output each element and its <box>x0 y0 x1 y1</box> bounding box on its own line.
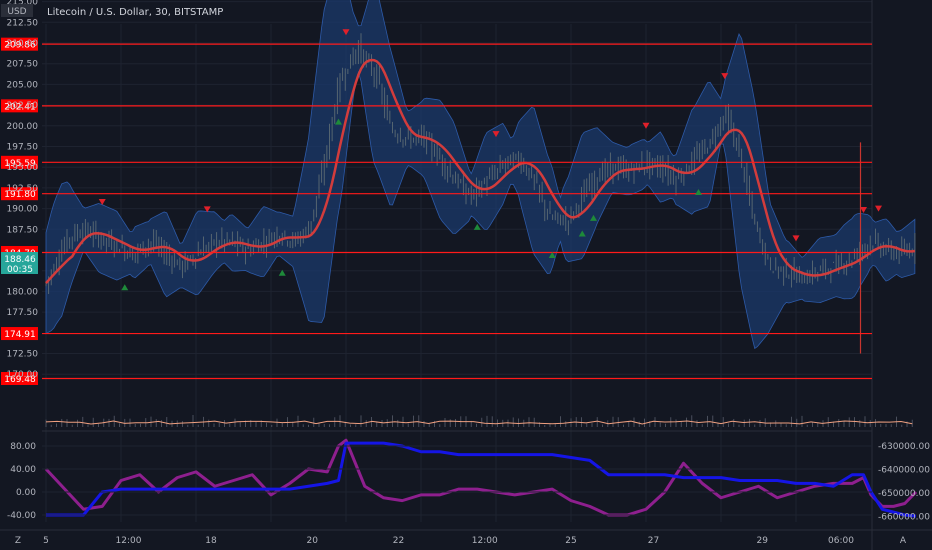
last-price-badge: 188.46 00:35 <box>1 252 38 275</box>
chart-title: Litecoin / U.S. Dollar, 30, BITSTAMP <box>47 7 223 18</box>
price-tick-label: 170.00 <box>7 370 39 380</box>
price-tick-label: 205.00 <box>7 80 39 90</box>
osc-right-tick-label: -660000.00 <box>878 513 930 523</box>
price-tick-label: 207.50 <box>7 60 39 70</box>
auto-scale-icon[interactable]: A <box>900 536 907 546</box>
price-tick-label: 172.50 <box>7 350 39 360</box>
price-tick-label: 190.00 <box>7 205 39 215</box>
time-tick-label: 29 <box>757 536 769 546</box>
last-price-value: 188.46 <box>4 255 36 265</box>
price-tick-label: 180.00 <box>7 287 39 297</box>
price-tick-label: 197.50 <box>7 143 39 153</box>
level-badge-label: 174.91 <box>4 330 36 340</box>
osc-left-tick-label: -40.00 <box>7 511 36 521</box>
osc-left-tick-label: 80.00 <box>10 442 36 452</box>
time-tick-label: 12:00 <box>472 536 498 546</box>
price-tick-label: 210.00 <box>7 39 39 49</box>
price-tick-label: 177.50 <box>7 308 39 318</box>
price-tick-label: 192.50 <box>7 184 39 194</box>
time-tick-label: 06:00 <box>828 536 854 546</box>
price-tick-label: 200.00 <box>7 122 39 132</box>
price-tick-label: 202.50 <box>7 101 39 111</box>
price-tick-label: 195.00 <box>7 163 39 173</box>
osc-right-tick-label: -640000.00 <box>878 466 930 476</box>
timezone-icon[interactable]: Z <box>15 536 21 546</box>
currency-badge-label: USD <box>7 7 26 17</box>
bar-countdown: 00:35 <box>7 265 33 275</box>
time-tick-label: 20 <box>307 536 319 546</box>
osc-left-tick-label: 0.00 <box>16 488 36 498</box>
osc-right-tick-label: -630000.00 <box>878 442 930 452</box>
chart-canvas[interactable]: 217.43209.86202.41195.59191.80184.70174.… <box>0 0 932 550</box>
time-tick-label: 12:00 <box>116 536 142 546</box>
price-tick-label: 212.50 <box>7 18 39 28</box>
time-tick-label: 18 <box>205 536 217 546</box>
price-tick-label: 187.50 <box>7 225 39 235</box>
osc-right-tick-label: -650000.00 <box>878 489 930 499</box>
time-tick-label: 27 <box>648 536 659 546</box>
time-tick-label: 22 <box>393 536 404 546</box>
time-tick-label: 5 <box>43 536 49 546</box>
osc-left-tick-label: 40.00 <box>10 465 36 475</box>
time-tick-label: 25 <box>565 536 576 546</box>
